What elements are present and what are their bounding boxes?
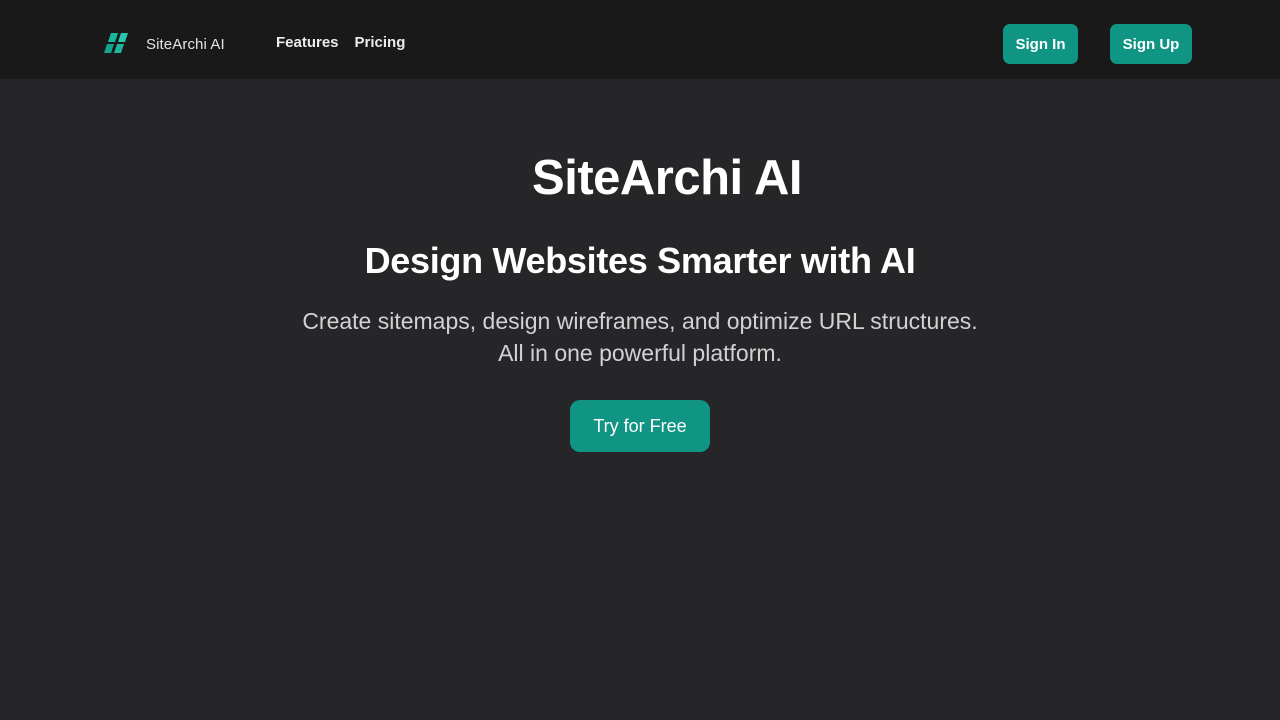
- hero-subtitle: Design Websites Smarter with AI: [364, 240, 916, 281]
- hero-description: Create sitemaps, design wireframes, and …: [0, 305, 1280, 369]
- main-nav: Features Pricing: [276, 34, 405, 51]
- top-navbar: SiteArchi AI Features Pricing Sign In Si…: [0, 0, 1280, 79]
- sign-in-button[interactable]: Sign In: [1003, 24, 1078, 64]
- nav-link-features[interactable]: Features: [276, 34, 339, 51]
- hero-description-line-1: Create sitemaps, design wireframes, and …: [302, 308, 978, 334]
- hero-description-line-2: All in one powerful platform.: [498, 340, 782, 366]
- parallelogram-grid-logo-icon: [104, 33, 128, 53]
- sign-up-button[interactable]: Sign Up: [1110, 24, 1192, 64]
- hero-title: SiteArchi AI: [532, 151, 802, 205]
- brand-home-link[interactable]: SiteArchi AI: [104, 32, 225, 56]
- nav-link-pricing[interactable]: Pricing: [355, 34, 406, 51]
- brand-name: SiteArchi AI: [146, 35, 225, 53]
- try-for-free-button[interactable]: Try for Free: [570, 400, 710, 452]
